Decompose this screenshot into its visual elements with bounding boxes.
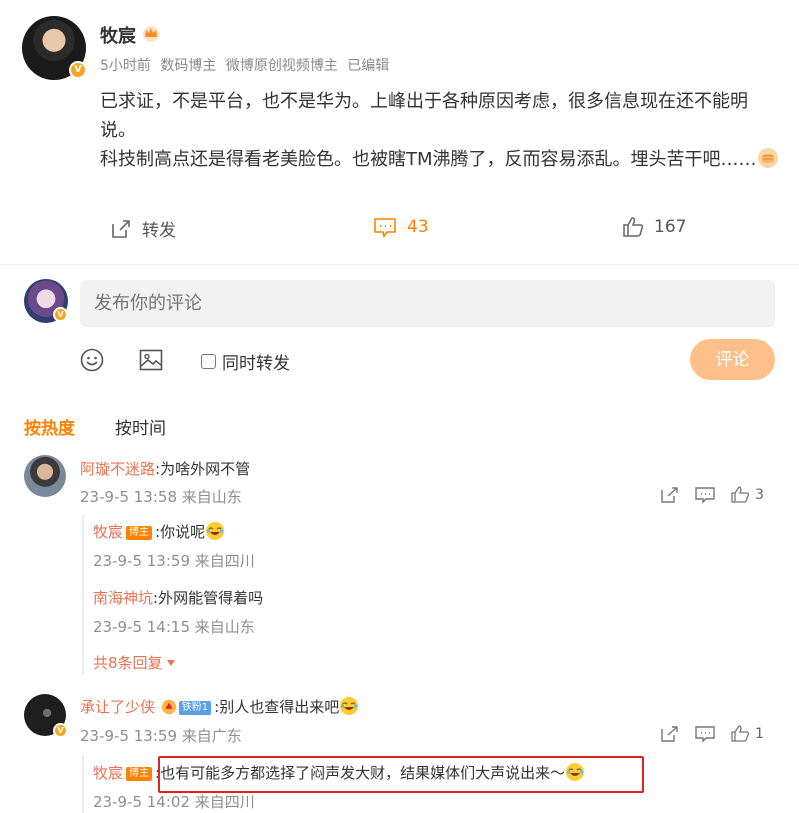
comment-actions: 3 <box>660 486 764 504</box>
repost-label: 转发 <box>142 221 176 241</box>
reply-time: 23-9-5 13:59 来自四川 <box>93 552 255 570</box>
like-count: 167 <box>654 217 687 237</box>
tab-sort-time[interactable]: 按时间 <box>115 414 166 439</box>
comment-actions: 1 <box>660 725 764 743</box>
like-button[interactable]: 167 <box>622 216 686 238</box>
comment-2: 承让了少侠 铁粉1:别人也查得出来吧 <box>80 696 359 717</box>
comment-like-button[interactable]: 3 <box>730 486 764 504</box>
thumbs-up-icon <box>731 486 750 503</box>
thumbs-up-icon <box>731 725 750 742</box>
share-icon[interactable] <box>660 725 680 743</box>
author-tag-video: 微博原创视频博主 <box>225 58 338 74</box>
comment-username[interactable]: 承让了少侠 <box>80 698 155 716</box>
author-name[interactable]: 牧宸 <box>100 22 136 48</box>
reply-text: :外网能管得着吗 <box>153 589 264 607</box>
fist-emoji-icon <box>757 148 778 168</box>
comment-icon <box>374 218 396 238</box>
comment-time: 23-9-5 13:58 来自山东 <box>80 488 242 506</box>
comment-username[interactable]: 阿璇不迷路 <box>80 460 155 478</box>
verified-badge-icon: V <box>53 307 68 322</box>
crown-icon <box>143 26 159 42</box>
comment-text: :为啥外网不管 <box>155 460 251 478</box>
laugh-cry-emoji-icon <box>206 522 225 540</box>
comment-text: :别人也查得出来吧 <box>214 698 340 716</box>
emoji-icon[interactable] <box>79 347 105 373</box>
fan-medal-icon <box>161 699 176 715</box>
blogger-tag: 博主 <box>126 526 153 540</box>
highlight-annotation-box <box>158 756 644 793</box>
divider <box>0 264 799 265</box>
reply-username[interactable]: 牧宸 <box>93 764 123 782</box>
laugh-cry-emoji-icon <box>340 697 359 715</box>
post-paragraph-2-text: 科技制高点还是得看老美脸色。也被瞎TM沸腾了，反而容易添乱。埋头苦干吧…… <box>100 149 757 170</box>
comment-like-count: 1 <box>755 726 764 742</box>
share-icon[interactable] <box>660 486 680 504</box>
repost-button[interactable]: 转发 <box>110 216 176 241</box>
reply-username[interactable]: 南海神坑 <box>93 589 153 607</box>
blogger-tag: 博主 <box>126 767 153 781</box>
reply-time: 23-9-5 14:02 来自四川 <box>93 793 255 811</box>
post-body: 已求证，不是平台，也不是华为。上峰出于各种原因考虑，很多信息现在还不能明说。 科… <box>100 87 780 174</box>
post-meta: 5小时前 数码博主 微博原创视频博主 已编辑 <box>100 55 394 75</box>
reply-text: :你说呢 <box>155 523 206 541</box>
repost-checkbox-label: 同时转发 <box>222 354 290 374</box>
commenter-avatar[interactable] <box>24 455 66 497</box>
edited-label: 已编辑 <box>347 58 390 74</box>
reply-time: 23-9-5 14:15 来自山东 <box>93 618 255 636</box>
verified-badge-icon: V <box>53 723 68 738</box>
comment-button[interactable]: 43 <box>373 216 429 238</box>
reply-1: 牧宸 博主:你说呢 <box>93 521 225 542</box>
comment-like-count: 3 <box>755 487 764 503</box>
comment-input[interactable] <box>80 280 775 327</box>
comment-time: 23-9-5 13:59 来自广东 <box>80 727 242 745</box>
caret-down-icon <box>166 659 175 666</box>
comment-1: 阿璇不迷路:为啥外网不管 <box>80 458 250 479</box>
reply-username[interactable]: 牧宸 <box>93 523 123 541</box>
repost-checkbox[interactable]: 同时转发 <box>201 349 290 374</box>
image-icon[interactable] <box>138 347 164 373</box>
comment-count: 43 <box>407 217 429 237</box>
tab-sort-hot[interactable]: 按热度 <box>24 414 75 439</box>
fan-level-tag: 铁粉1 <box>178 701 212 715</box>
comment-like-button[interactable]: 1 <box>730 725 764 743</box>
reply-2: 南海神坑:外网能管得着吗 <box>93 587 263 608</box>
post-paragraph-2: 科技制高点还是得看老美脸色。也被瞎TM沸腾了，反而容易添乱。埋头苦干吧…… <box>100 145 780 174</box>
more-replies-link[interactable]: 共8条回复 <box>93 652 176 673</box>
reply-icon[interactable] <box>694 725 716 743</box>
post-time: 5小时前 <box>100 58 151 74</box>
share-icon <box>112 219 130 238</box>
author-tag-digital: 数码博主 <box>160 58 217 74</box>
checkbox[interactable] <box>201 354 216 369</box>
reply-icon[interactable] <box>694 486 716 504</box>
submit-comment-button[interactable]: 评论 <box>690 339 775 380</box>
verified-badge-icon: V <box>69 61 87 79</box>
more-replies-label: 共8条回复 <box>93 654 163 672</box>
thumbs-up-icon <box>623 217 644 237</box>
post-paragraph-1: 已求证，不是平台，也不是华为。上峰出于各种原因考虑，很多信息现在还不能明说。 <box>100 91 748 141</box>
